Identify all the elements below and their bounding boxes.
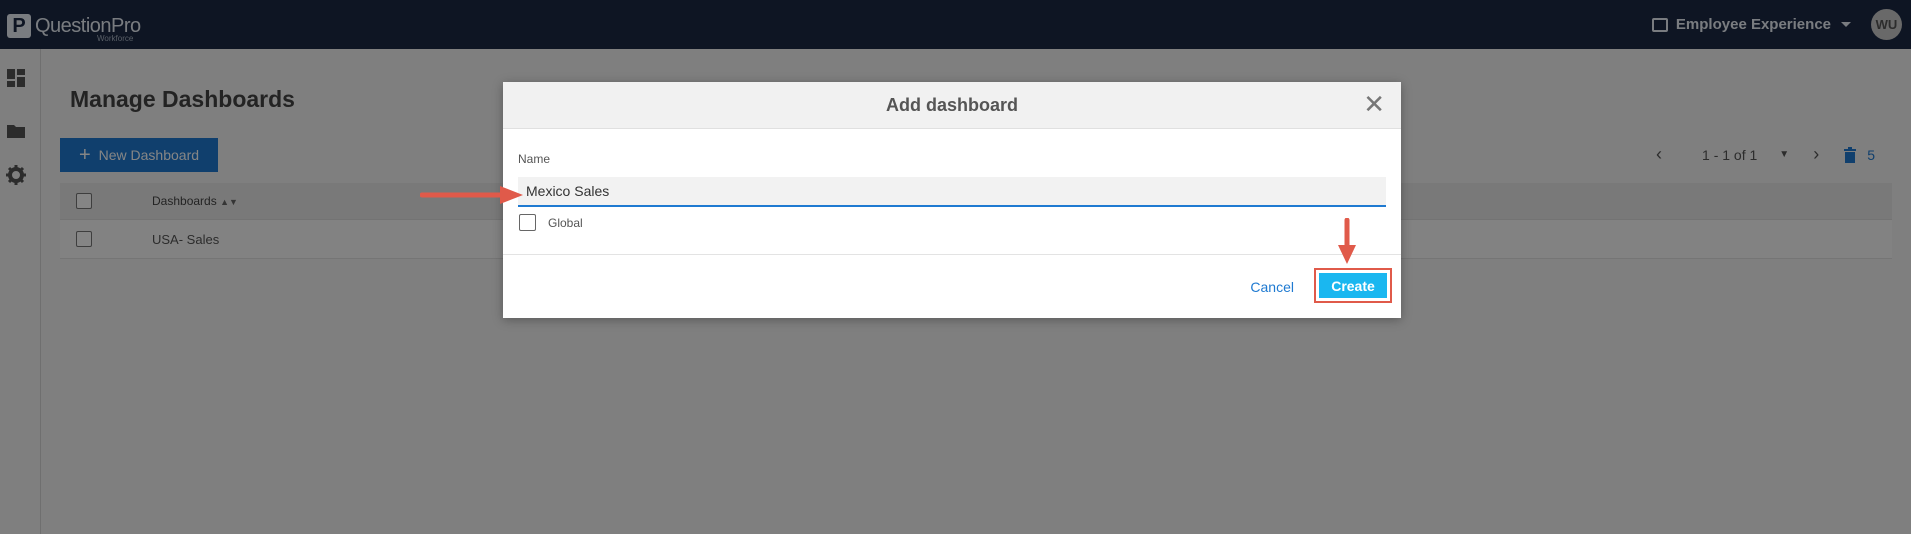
create-highlight: Create — [1314, 268, 1392, 303]
global-label: Global — [548, 216, 583, 230]
add-dashboard-dialog: Add dashboard ✕ Name Global Cancel Creat… — [503, 82, 1401, 318]
close-icon[interactable]: ✕ — [1363, 91, 1385, 117]
cancel-button[interactable]: Cancel — [1244, 278, 1300, 296]
name-input[interactable] — [518, 177, 1386, 207]
create-button[interactable]: Create — [1319, 273, 1387, 298]
dialog-divider — [503, 254, 1401, 255]
global-checkbox[interactable] — [519, 214, 536, 231]
annotation-arrow-down-icon — [1338, 218, 1356, 264]
dialog-title: Add dashboard — [885, 95, 1018, 115]
name-label: Name — [518, 152, 551, 166]
annotation-arrow-right-icon — [420, 186, 523, 204]
dialog-header: Add dashboard ✕ — [503, 82, 1401, 129]
